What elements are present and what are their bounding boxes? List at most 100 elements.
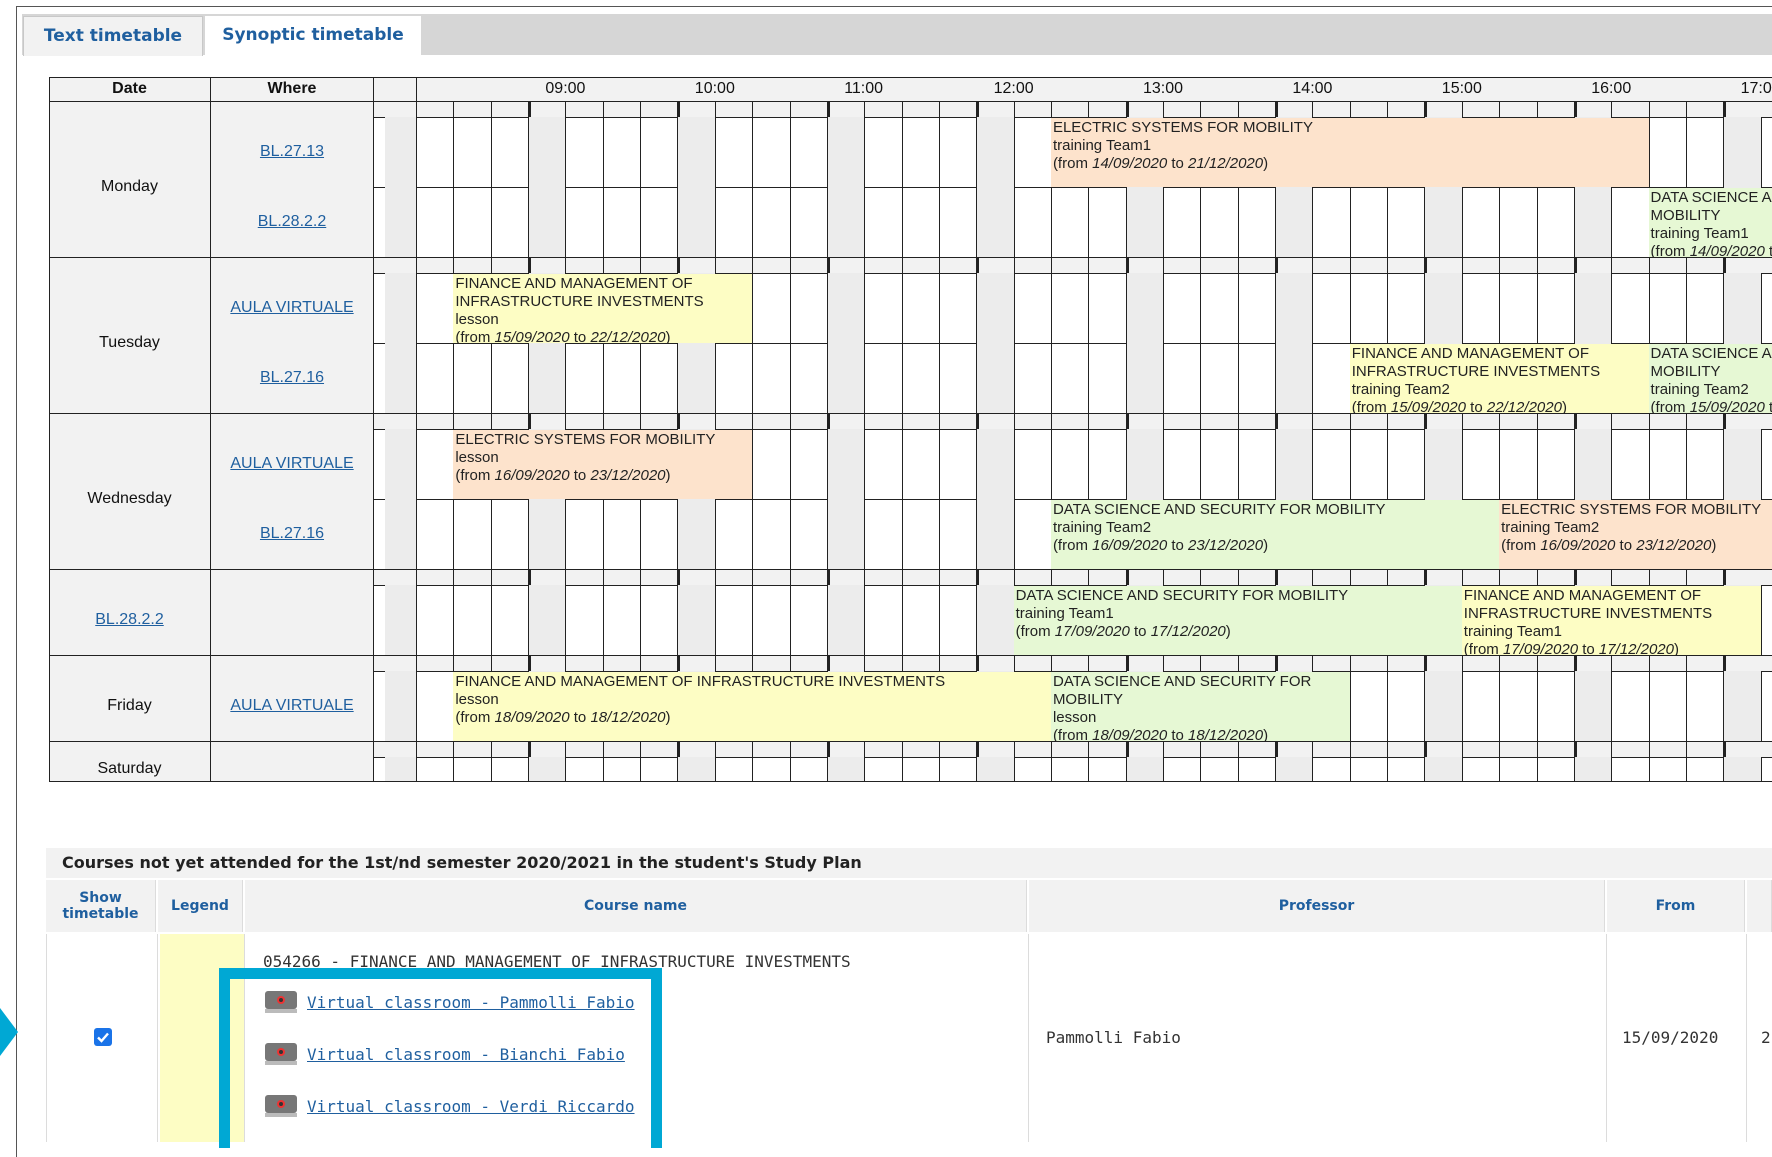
timetable-event[interactable]: FINANCE AND MANAGEMENT OF INFRASTRUCTURE… [1349, 344, 1649, 413]
slot-line [938, 585, 940, 655]
room-link[interactable]: BL.27.16 [260, 525, 324, 543]
slot-line [938, 117, 940, 187]
slot-shade [977, 757, 1014, 781]
slot-line [1611, 187, 1613, 257]
header-date: Date [49, 77, 210, 101]
slot-tick [1163, 655, 1164, 671]
slot-tick [640, 655, 642, 671]
room-link[interactable]: AULA VIRTUALE [230, 455, 353, 473]
slot-shade [1574, 671, 1612, 741]
slot-line [752, 343, 754, 413]
slot-line [565, 585, 567, 655]
slot-shade [678, 585, 715, 655]
timetable-event[interactable]: DATA SCIENCE AND SECURITY FOR MOBILITYtr… [1050, 500, 1500, 569]
slot-line [1050, 429, 1052, 499]
timetable-event[interactable]: DATA SCIENCE AND SECURITY FOR MOBILITYtr… [1013, 586, 1462, 655]
from-cell: 15/09/2020 [1607, 934, 1747, 1142]
slot-tick [1200, 257, 1202, 273]
slot-tick [1275, 741, 1279, 757]
slot-line [976, 499, 978, 569]
col-show-label: Show timetable [62, 890, 139, 922]
slot-tick [1349, 413, 1351, 429]
event-title: ELECTRIC SYSTEMS FOR MOBILITY [1501, 501, 1762, 518]
slot-tick [453, 257, 455, 273]
date-cell: Monday [49, 117, 210, 257]
event-dates: (from 17/09/2020 to 17/12/2020) [1015, 623, 1231, 640]
event-title: DATA SCIENCE AND SECURITY FOR MOBILITY [1015, 587, 1349, 604]
slot-tick [1685, 569, 1687, 585]
slot-tick [1723, 413, 1727, 429]
show-timetable-checkbox[interactable] [94, 1028, 112, 1046]
timetable-event[interactable]: FINANCE AND MANAGEMENT OF INFRASTRUCTURE… [1461, 586, 1761, 655]
slot-shade [827, 187, 865, 257]
slot-line [1760, 671, 1762, 741]
slot-tick [1685, 741, 1687, 757]
slot-tick [1125, 413, 1129, 429]
timetable-event[interactable]: DATA SCIENCE AND SECURITY FOR MOBILITY le… [1050, 672, 1350, 741]
professor-name: Pammolli Fabio [1046, 1028, 1181, 1047]
slot-tick [528, 257, 532, 273]
slot-line [565, 343, 567, 413]
slot-tick [789, 655, 791, 671]
where-cell [211, 585, 373, 655]
timetable-event[interactable]: DATA SCIENCE AND SECURITY FOR MOBILITYtr… [1648, 344, 1772, 413]
slot-tick [1163, 257, 1164, 273]
tab-synoptic-timetable[interactable]: Synoptic timetable [205, 16, 421, 58]
slot-line [864, 343, 866, 413]
slot-line [1275, 757, 1277, 781]
slot-tick [1237, 741, 1239, 757]
room-link[interactable]: AULA VIRTUALE [230, 299, 353, 317]
where-cell: BL.27.13 [211, 117, 373, 187]
slot-line [1424, 273, 1426, 343]
slot-tick [864, 655, 866, 671]
slot-tick [1088, 569, 1090, 585]
room-link[interactable]: BL.27.16 [260, 369, 324, 387]
room-link[interactable]: BL.28.2.2 [95, 611, 164, 629]
slot-tick [1648, 655, 1650, 671]
slot-line [1312, 273, 1314, 343]
room-link[interactable]: AULA VIRTUALE [230, 697, 353, 715]
slot-tick [1050, 655, 1052, 671]
slot-tick [453, 101, 455, 117]
event-kind: training Team1 [1463, 623, 1562, 640]
slot-tick [901, 655, 903, 671]
virtual-classroom-link-bianchi[interactable]: Virtual classroom - Bianchi Fabio [307, 1045, 625, 1064]
slot-shade [827, 117, 865, 187]
slot-tick [640, 569, 642, 585]
slot-tick [1088, 257, 1090, 273]
slot-line [640, 585, 642, 655]
slot-line [901, 499, 903, 569]
slot-line [1125, 273, 1127, 343]
slot-tick [789, 413, 791, 429]
slot-shade [1574, 273, 1612, 343]
timetable-event[interactable]: FINANCE AND MANAGEMENT OF INFRASTRUCTURE… [453, 672, 1051, 741]
video-camera-icon [264, 1093, 298, 1119]
timetable-event[interactable]: ELECTRIC SYSTEMS FOR MOBILITY training Te… [1499, 500, 1772, 569]
slot-shade [827, 757, 865, 781]
slot-tick [1200, 741, 1202, 757]
slot-line [1685, 757, 1687, 781]
slot-line [1536, 187, 1538, 257]
event-kind: training Team2 [1501, 519, 1600, 536]
slot-tick [1685, 413, 1687, 429]
slot-tick [1723, 741, 1727, 757]
slot-line [1237, 273, 1239, 343]
timetable-event[interactable]: ELECTRIC SYSTEMS FOR MOBILITY training Te… [1050, 118, 1649, 187]
slot-tick [1312, 741, 1314, 757]
slot-line [1237, 343, 1239, 413]
slot-line [789, 343, 791, 413]
virtual-classroom-link-verdi[interactable]: Virtual classroom - Verdi Riccardo [307, 1097, 635, 1116]
room-link[interactable]: BL.27.13 [260, 143, 324, 161]
grid-border [49, 77, 50, 782]
timetable-event[interactable]: DATA SCIENCE AND SECURITY FOR MOBILITYtr… [1648, 188, 1772, 257]
slot-line [752, 499, 754, 569]
timetable-event[interactable]: ELECTRIC SYSTEMS FOR MOBILITY lesson (from… [453, 430, 753, 499]
virtual-classroom-link-pammolli[interactable]: Virtual classroom - Pammolli Fabio [307, 993, 635, 1012]
tab-text-timetable[interactable]: Text timetable [23, 16, 203, 56]
room-link[interactable]: BL.28.2.2 [258, 213, 327, 231]
slot-tick [453, 741, 455, 757]
slot-line [752, 117, 754, 187]
timetable-event[interactable]: FINANCE AND MANAGEMENT OF INFRASTRUCTURE… [453, 274, 753, 343]
slot-tick [453, 413, 455, 429]
slot-tick [1536, 569, 1538, 585]
